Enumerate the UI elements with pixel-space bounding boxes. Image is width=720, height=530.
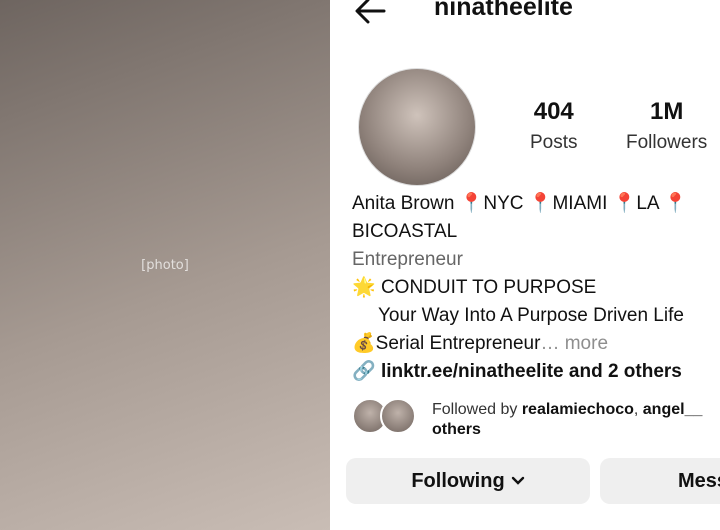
bio-link[interactable]: 🔗 linktr.ee/ninatheelite and 2 others [352, 358, 720, 386]
followed-by-text: Followed by realamiechoco, angel__ others [432, 401, 703, 438]
link-icon: 🔗 [352, 361, 376, 382]
money-bag-icon: 💰 [352, 333, 376, 354]
round-pushpin-icon: 📍 [459, 193, 484, 214]
posts-label: Posts [530, 132, 578, 153]
follower-username[interactable]: realamiechoco [522, 401, 634, 418]
message-label: Message [678, 469, 720, 492]
followed-by-prefix: Followed by [432, 401, 522, 418]
follower-avatar [380, 398, 416, 434]
bio-more-link[interactable]: … more [540, 333, 608, 354]
bio-line-6: 💰Serial Entrepreneur… more [352, 330, 720, 358]
followed-by-row[interactable]: Followed by realamiechoco, angel__ others [352, 398, 720, 440]
chevron-down-icon [511, 476, 524, 485]
profile-screen: ninatheelite 404 Posts 1M Followers Anit… [330, 0, 720, 530]
round-pushpin-icon: 📍 [528, 193, 553, 214]
top-bar: ninatheelite [330, 0, 720, 30]
round-pushpin-icon: 📍 [612, 193, 637, 214]
followers-count: 1M [649, 98, 684, 125]
bio-name: Anita Brown [352, 193, 455, 214]
bio-link-text[interactable]: linktr.ee/ninatheelite and 2 others [381, 361, 682, 382]
bio-location: NYC [483, 193, 524, 214]
bio-category: Entrepreneur [352, 249, 463, 270]
following-label: Following [411, 469, 505, 492]
message-button[interactable]: Message [600, 458, 720, 504]
following-button[interactable]: Following [346, 458, 590, 504]
posts-stat[interactable]: 404 Posts [530, 98, 578, 154]
back-arrow-icon[interactable] [352, 0, 388, 26]
profile-bio: Anita Brown 📍NYC 📍MIAMI 📍LA 📍 BICOASTAL … [352, 190, 720, 386]
bio-line-4-text: CONDUIT TO PURPOSE [380, 277, 597, 298]
profile-username: ninatheelite [434, 0, 573, 21]
bio-line-4: 🌟 CONDUIT TO PURPOSE [352, 274, 720, 302]
glowing-star-icon: 🌟 [352, 277, 376, 298]
screenshot-page: [photo] ninatheelite 404 Posts 1M Follow… [0, 0, 720, 530]
bio-line-6-text: Serial Entrepreneur [375, 333, 541, 354]
followers-stat[interactable]: 1M Followers [626, 98, 707, 154]
bio-line-5: Your Way Into A Purpose Driven Life [378, 305, 684, 326]
photo-placeholder: [photo] [0, 0, 330, 530]
followed-by-suffix[interactable]: others [432, 421, 481, 438]
followers-label: Followers [626, 132, 708, 153]
bio-location: MIAMI [552, 193, 608, 214]
bio-line-2: BICOASTAL [352, 221, 458, 242]
profile-avatar[interactable] [358, 68, 476, 186]
bio-name-line: Anita Brown 📍NYC 📍MIAMI 📍LA 📍 [352, 190, 720, 218]
follower-username[interactable]: angel__ [643, 401, 703, 418]
posts-count: 404 [533, 98, 574, 125]
round-pushpin-icon: 📍 [663, 193, 688, 214]
bio-location: LA [636, 193, 659, 214]
